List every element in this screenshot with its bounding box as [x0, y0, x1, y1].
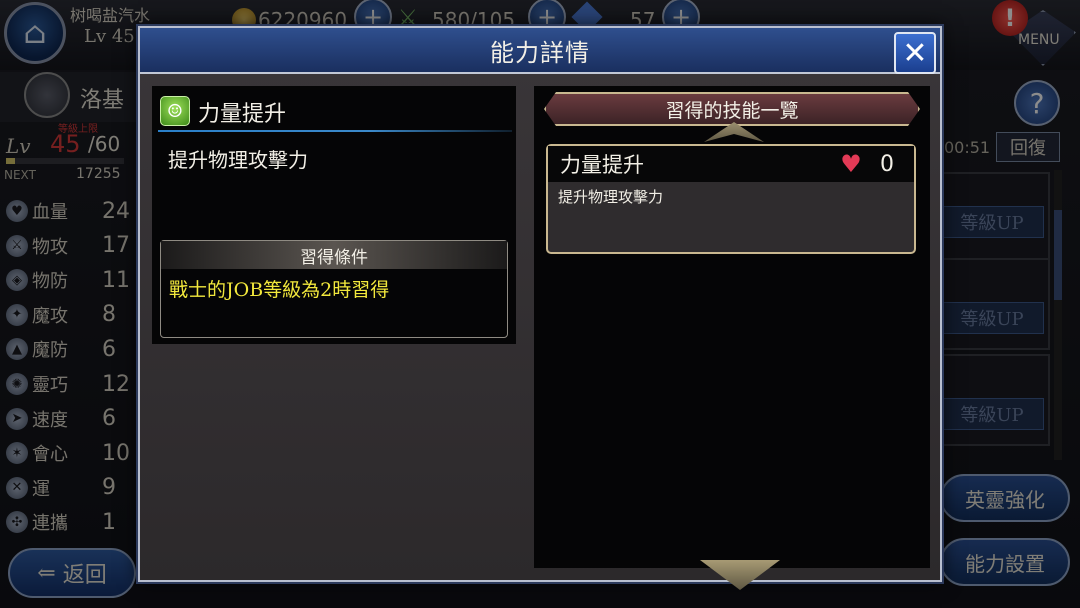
condition-box: 習得條件 戰士的JOB等級為2時習得	[160, 240, 508, 338]
ability-name: 力量提升	[198, 102, 287, 127]
modal-header: 能力詳情 ✕	[140, 28, 940, 74]
skill-count: 0	[880, 152, 894, 177]
close-button[interactable]: ✕	[894, 32, 936, 74]
learned-skills-panel: 習得的技能一覽 力量提升 ♥ 0 提升物理攻擊力	[534, 86, 930, 568]
modal-title: 能力詳情	[490, 38, 590, 67]
ability-description: 提升物理攻擊力	[168, 148, 308, 172]
skill-card[interactable]: 力量提升 ♥ 0 提升物理攻擊力	[546, 144, 916, 254]
close-icon: ✕	[902, 35, 928, 71]
condition-header: 習得條件	[161, 241, 507, 269]
heart-gem-icon: ♥	[840, 150, 862, 178]
ability-info-panel: ☺ 力量提升 提升物理攻擊力 習得條件 戰士的JOB等級為2時習得	[152, 86, 516, 344]
skill-name: 力量提升	[560, 153, 644, 177]
ability-detail-modal: 能力詳情 ✕ ☺ 力量提升 提升物理攻擊力 習得條件 戰士的JOB等級為2時習得…	[138, 26, 942, 582]
ability-underline	[158, 130, 512, 132]
skills-header: 習得的技能一覽	[544, 92, 920, 126]
ability-power-icon: ☺	[160, 96, 190, 126]
condition-text: 戰士的JOB等級為2時習得	[169, 279, 390, 301]
skill-description: 提升物理攻擊力	[558, 188, 664, 206]
